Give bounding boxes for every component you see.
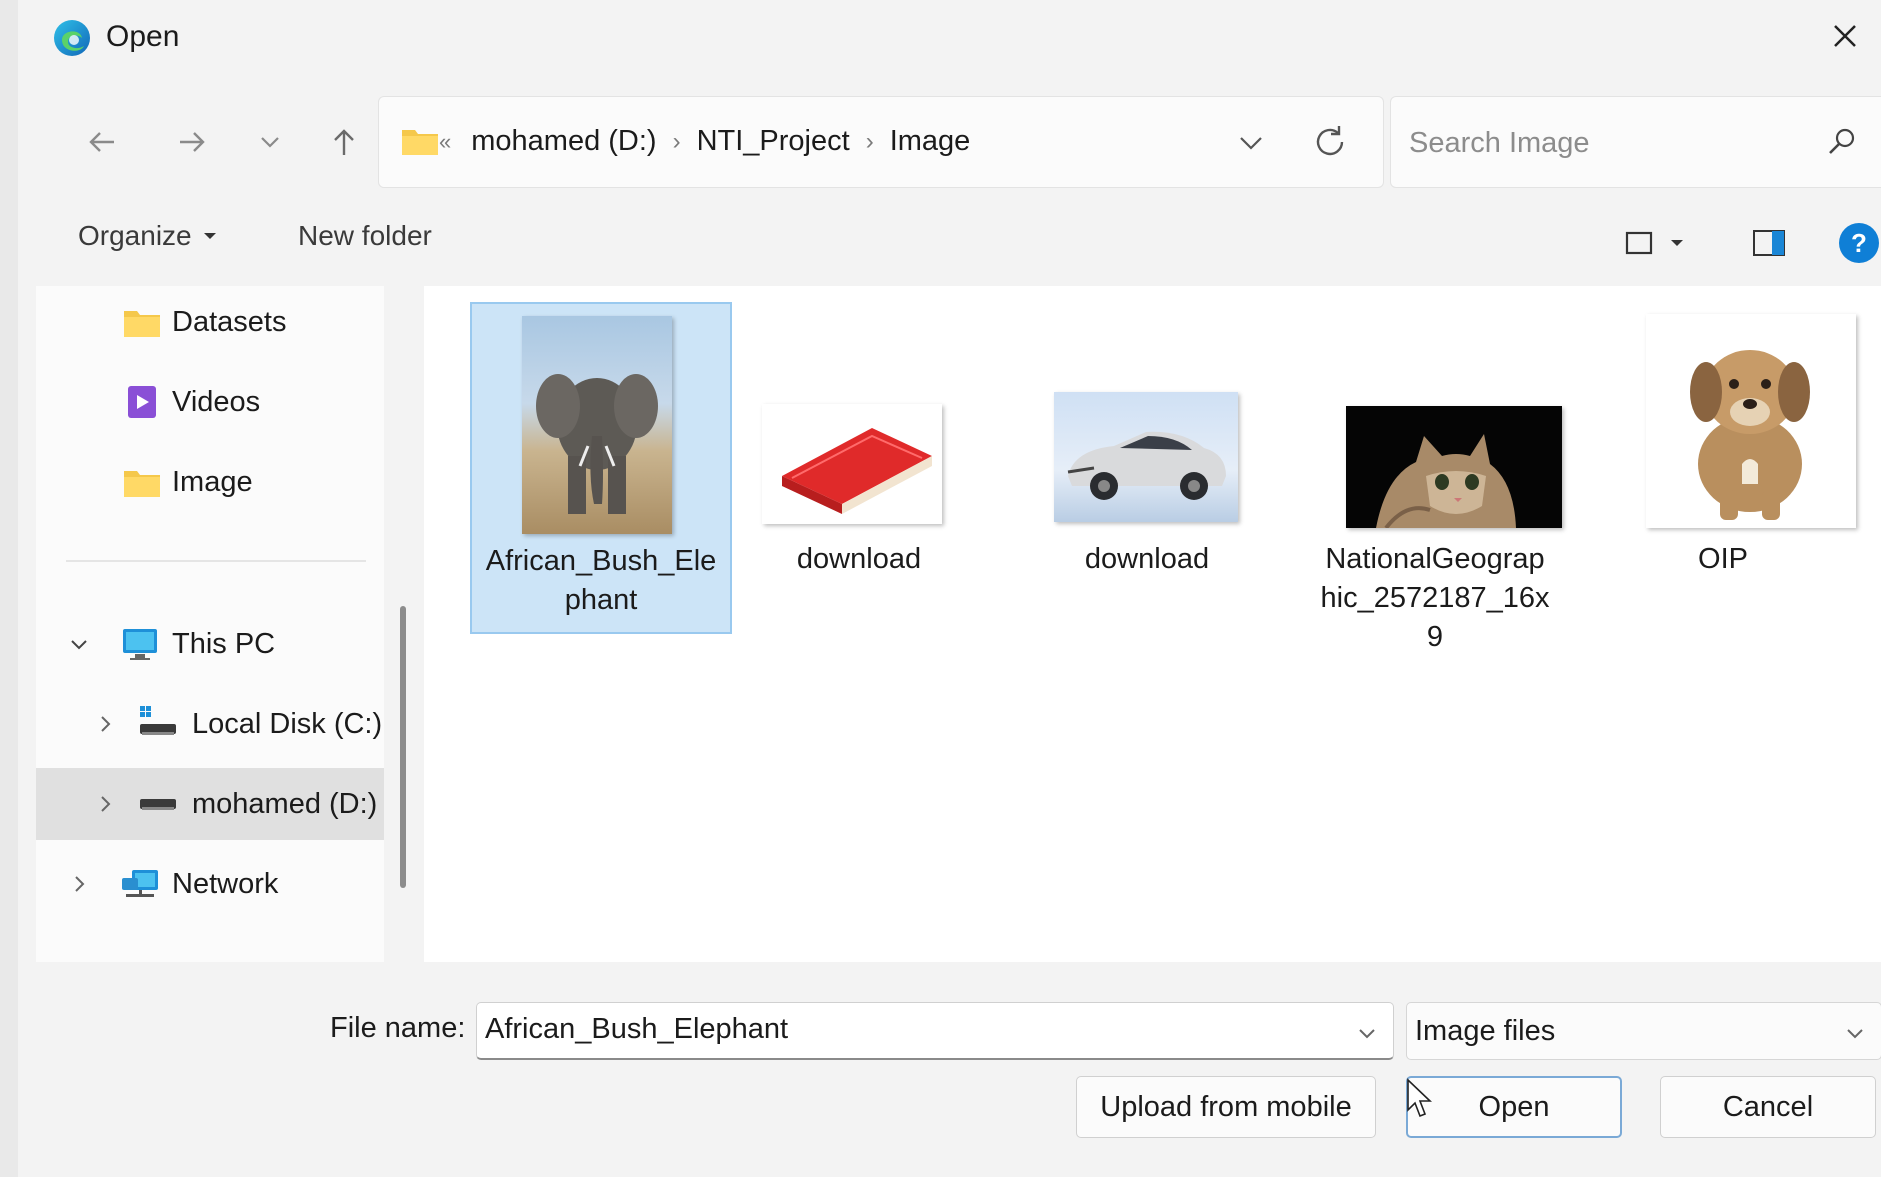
view-options-caret-icon[interactable] [1660,218,1694,268]
drive-icon [140,799,176,810]
search-input[interactable] [1409,121,1809,165]
sidebar-item-label: Videos [172,385,261,418]
sidebar-item-local-disk-c[interactable]: Local Disk (C:) [36,688,384,760]
file-item[interactable]: OIP [1578,302,1868,602]
videos-folder-icon [128,386,156,418]
navigation-pane: Datasets Videos Image This PC Local Disk… [36,286,384,962]
search-icon[interactable] [1821,123,1861,163]
chevron-right-icon[interactable] [64,869,94,899]
sidebar-item-network[interactable]: Network [36,848,384,920]
file-name-line: African_Bush_Ele [485,545,717,577]
file-type-value: Image files [1415,1015,1556,1047]
folder-icon [402,130,438,155]
file-name: NationalGeograp hic_2572187_16x 9 [1290,540,1580,657]
chevron-right-icon[interactable]: › [866,128,874,156]
file-name: African_Bush_Ele phant [472,542,730,620]
sidebar-item-label: Image [172,465,253,498]
file-item[interactable]: download [1002,302,1292,602]
address-bar[interactable]: « mohamed (D:) › NTI_Project › Image [378,96,1384,188]
breadcrumb-item-drive[interactable]: mohamed (D:) [471,125,656,158]
window-title: Open [106,20,180,53]
preview-pane-icon[interactable] [1744,218,1794,268]
svg-text:?: ? [1851,228,1867,258]
divider [66,560,366,562]
file-name-line: hic_2572187_16x [1320,582,1550,614]
file-thumbnail-puppy [1646,314,1856,528]
file-item[interactable]: download [714,302,1004,602]
breadcrumb-item-project[interactable]: NTI_Project [697,125,850,158]
file-thumbnail-silver-car [1054,392,1238,522]
file-item[interactable]: NationalGeograp hic_2572187_16x 9 [1290,302,1580,653]
chevron-right-icon[interactable] [90,709,120,739]
change-view-icon[interactable] [1614,218,1664,268]
organize-button[interactable]: Organize [78,220,218,252]
chevron-down-icon[interactable] [1353,1019,1381,1047]
file-thumbnail-elephant [522,316,672,534]
file-name-line: OIP [1698,543,1748,575]
mouse-cursor-icon [1407,1078,1432,1118]
file-name-label: File name: [330,1012,466,1044]
help-icon[interactable]: ? [1834,218,1881,268]
network-icon [122,870,158,897]
chevron-down-icon[interactable] [64,629,94,659]
recent-locations-chevron-icon[interactable] [242,114,298,170]
open-button[interactable]: Open [1406,1076,1622,1138]
file-item[interactable]: African_Bush_Ele phant [470,302,732,634]
up-arrow-icon[interactable] [316,114,372,170]
folder-icon [124,311,160,337]
search-box[interactable] [1390,96,1881,188]
file-name-line: 9 [1426,621,1444,653]
sidebar-item-videos[interactable]: Videos [36,366,384,438]
new-folder-label: New folder [298,220,432,251]
breadcrumb: « mohamed (D:) › NTI_Project › Image [439,125,970,158]
file-list: African_Bush_Ele phant download download… [424,286,1881,962]
navigation-bar: « mohamed (D:) › NTI_Project › Image [36,88,1881,192]
sidebar-item-label: mohamed (D:) [192,787,378,820]
file-name-line: download [1084,543,1210,575]
command-bar: Organize New folder ? [36,200,1881,286]
sidebar-item-datasets[interactable]: Datasets [36,286,384,358]
organize-label: Organize [78,220,192,251]
file-name: OIP [1578,540,1868,579]
file-type-select[interactable]: Image files [1406,1002,1881,1060]
open-file-dialog: Open « mohamed (D:) › NTI_Project › Imag… [0,0,1881,1177]
caret-down-icon [203,233,216,239]
windows-drive-icon [140,706,176,735]
file-thumbnail-red-book [762,404,942,524]
file-name: download [1002,540,1292,579]
file-name-value[interactable]: African_Bush_Elephant [485,1013,788,1046]
back-arrow-icon[interactable] [74,114,130,170]
sidebar-item-mohamed-d[interactable]: mohamed (D:) [36,768,384,840]
folder-icon [124,471,160,497]
chevron-right-icon[interactable]: › [673,128,681,156]
chevron-down-icon[interactable] [1841,1019,1869,1047]
file-name-line: phant [564,584,638,616]
refresh-icon[interactable] [1307,119,1353,165]
breadcrumb-overflow[interactable]: « [439,129,451,155]
sidebar-item-this-pc[interactable]: This PC [36,608,384,680]
footer-bar: File name: African_Bush_Elephant Image f… [36,962,1881,1177]
title-bar: Open [36,0,1881,78]
sidebar-item-label: Datasets [172,305,287,338]
sidebar-item-label: Local Disk (C:) [192,707,383,740]
sidebar-item-label: This PC [172,627,276,660]
breadcrumb-item-image[interactable]: Image [890,125,971,158]
navigation-pane-scrollbar[interactable] [400,606,406,888]
upload-from-mobile-button[interactable]: Upload from mobile [1076,1076,1376,1138]
file-name-line: download [796,543,922,575]
sidebar-item-label: Network [172,867,279,900]
chevron-right-icon[interactable] [90,789,120,819]
file-thumbnail-cat [1346,406,1562,528]
sidebar-item-image[interactable]: Image [36,446,384,518]
chevron-down-icon[interactable] [1231,123,1271,163]
new-folder-button[interactable]: New folder [298,220,432,252]
edge-browser-icon [54,20,90,56]
computer-icon [123,629,157,660]
cancel-button[interactable]: Cancel [1660,1076,1876,1138]
forward-arrow-icon[interactable] [164,114,220,170]
file-name: download [714,540,1004,579]
file-name-field[interactable]: African_Bush_Elephant [476,1002,1394,1060]
close-icon[interactable] [1823,14,1867,58]
file-name-line: NationalGeograp [1325,543,1545,575]
